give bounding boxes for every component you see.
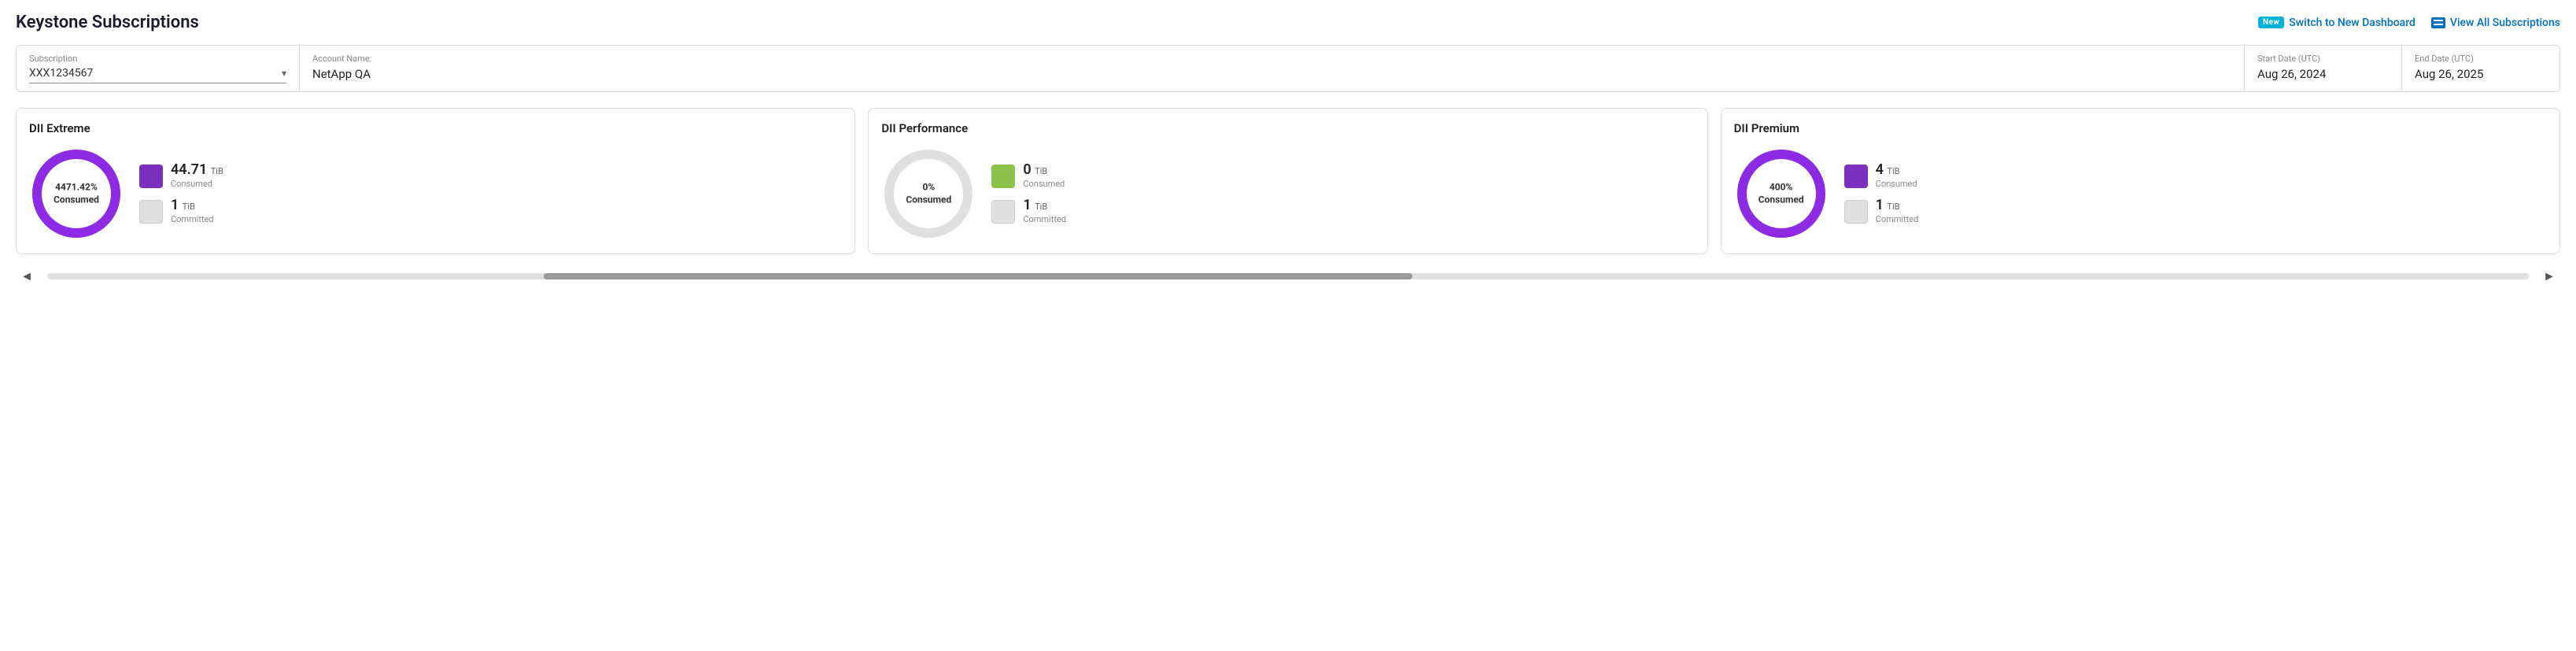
start-date-field: Start Date (UTC) Aug 26, 2024 xyxy=(2245,46,2402,91)
donut-label-2: 400%Consumed xyxy=(1759,181,1804,205)
service-title-0: DII Extreme xyxy=(29,121,842,135)
metric-desc-2-1: Committed xyxy=(1876,214,1919,224)
donut-chart-0: 4471.42%Consumed xyxy=(29,146,124,241)
account-label: Account Name: xyxy=(312,54,2231,64)
chevron-down-icon: ▾ xyxy=(282,68,286,79)
metric-item-0-0: 44.71 TiB Consumed xyxy=(139,163,223,189)
subscription-value: XXX1234567 xyxy=(29,67,282,80)
service-title-2: DII Premium xyxy=(1734,121,2547,135)
card-content-2: 400%Consumed 4 TiB Consumed 1 TiBCommitted xyxy=(1734,146,2547,241)
metric-text-1-1: 1 TiBCommitted xyxy=(1023,198,1066,224)
view-all-label: View All Subscriptions xyxy=(2450,17,2560,29)
donut-chart-1: 0%Consumed xyxy=(881,146,976,241)
scroll-thumb xyxy=(544,273,1412,279)
metric-value-2-1: 1 TiB xyxy=(1876,198,1919,213)
scroll-row: ◄ ► xyxy=(16,265,2560,287)
metric-item-2-1: 1 TiBCommitted xyxy=(1844,198,1919,224)
page-title: Keystone Subscriptions xyxy=(16,13,199,32)
metrics-col-0: 44.71 TiB Consumed 1 TiBCommitted xyxy=(139,163,223,224)
metric-text-0-1: 1 TiBCommitted xyxy=(171,198,214,224)
subscription-field: Subscription XXX1234567 ▾ xyxy=(17,46,300,91)
metric-item-0-1: 1 TiBCommitted xyxy=(139,198,223,224)
new-dashboard-label: Switch to New Dashboard xyxy=(2289,17,2415,29)
header-row: Keystone Subscriptions New Switch to New… xyxy=(16,13,2560,32)
metric-swatch-1-1 xyxy=(991,200,1015,224)
subscription-label: Subscription xyxy=(29,54,286,64)
account-value: NetApp QA xyxy=(312,67,2231,81)
metric-desc-2-0: Consumed xyxy=(1876,179,1917,189)
end-date-value: Aug 26, 2025 xyxy=(2415,67,2547,81)
metric-text-0-0: 44.71 TiB Consumed xyxy=(171,163,223,189)
metric-swatch-0-0 xyxy=(139,165,163,188)
subscription-bar: Subscription XXX1234567 ▾ Account Name: … xyxy=(16,45,2560,92)
donut-chart-2: 400%Consumed xyxy=(1734,146,1829,241)
metric-desc-1-1: Committed xyxy=(1023,214,1066,224)
page-container: Keystone Subscriptions New Switch to New… xyxy=(0,0,2576,651)
metric-item-2-0: 4 TiB Consumed xyxy=(1844,163,1919,189)
scroll-track[interactable] xyxy=(47,273,2529,279)
metric-value-1-0: 0 TiB xyxy=(1023,163,1065,177)
metric-text-1-0: 0 TiB Consumed xyxy=(1023,163,1065,189)
service-card-0: DII Extreme 4471.42%Consumed 44.71 TiB Cons… xyxy=(16,108,855,254)
donut-label-1: 0%Consumed xyxy=(906,181,951,205)
card-content-0: 4471.42%Consumed 44.71 TiB Consumed 1 TiBCo… xyxy=(29,146,842,241)
header-actions: New Switch to New Dashboard View All Sub… xyxy=(2258,17,2560,29)
metric-item-1-0: 0 TiB Consumed xyxy=(991,163,1066,189)
start-date-value: Aug 26, 2024 xyxy=(2257,67,2389,81)
metric-swatch-2-1 xyxy=(1844,200,1868,224)
metric-swatch-1-0 xyxy=(991,165,1015,188)
service-title-1: DII Performance xyxy=(881,121,1694,135)
metrics-col-2: 4 TiB Consumed 1 TiBCommitted xyxy=(1844,163,1919,224)
new-badge: New xyxy=(2258,17,2284,28)
metric-value-1-1: 1 TiB xyxy=(1023,198,1066,213)
donut-label-0: 4471.42%Consumed xyxy=(54,181,99,205)
metric-value-0-0: 44.71 TiB xyxy=(171,163,223,177)
metric-value-0-1: 1 TiB xyxy=(171,198,214,213)
metrics-col-1: 0 TiB Consumed 1 TiBCommitted xyxy=(991,163,1066,224)
metric-item-1-1: 1 TiBCommitted xyxy=(991,198,1066,224)
metric-text-2-0: 4 TiB Consumed xyxy=(1876,163,1917,189)
metric-desc-0-0: Consumed xyxy=(171,179,223,189)
metric-desc-1-0: Consumed xyxy=(1023,179,1065,189)
metric-text-2-1: 1 TiBCommitted xyxy=(1876,198,1919,224)
end-date-label: End Date (UTC) xyxy=(2415,54,2547,64)
metric-desc-0-1: Committed xyxy=(171,214,214,224)
subscription-select[interactable]: XXX1234567 ▾ xyxy=(29,67,286,83)
cards-row: DII Extreme 4471.42%Consumed 44.71 TiB Cons… xyxy=(16,108,2560,254)
start-date-label: Start Date (UTC) xyxy=(2257,54,2389,64)
account-field: Account Name: NetApp QA xyxy=(300,46,2245,91)
service-card-1: DII Performance 0%Consumed 0 TiB Consumed 1 … xyxy=(868,108,1707,254)
metric-swatch-2-0 xyxy=(1844,165,1868,188)
scroll-left-button[interactable]: ◄ xyxy=(16,265,38,287)
card-content-1: 0%Consumed 0 TiB Consumed 1 TiBCommitted xyxy=(881,146,1694,241)
view-all-subscriptions-button[interactable]: View All Subscriptions xyxy=(2431,17,2560,29)
new-dashboard-button[interactable]: New Switch to New Dashboard xyxy=(2258,17,2415,29)
metric-value-2-0: 4 TiB xyxy=(1876,163,1917,177)
scroll-right-button[interactable]: ► xyxy=(2538,265,2560,287)
list-icon xyxy=(2431,17,2445,28)
end-date-field: End Date (UTC) Aug 26, 2025 xyxy=(2402,46,2559,91)
metric-swatch-0-1 xyxy=(139,200,163,224)
service-card-2: DII Premium 400%Consumed 4 TiB Consumed 1 Ti… xyxy=(1721,108,2560,254)
